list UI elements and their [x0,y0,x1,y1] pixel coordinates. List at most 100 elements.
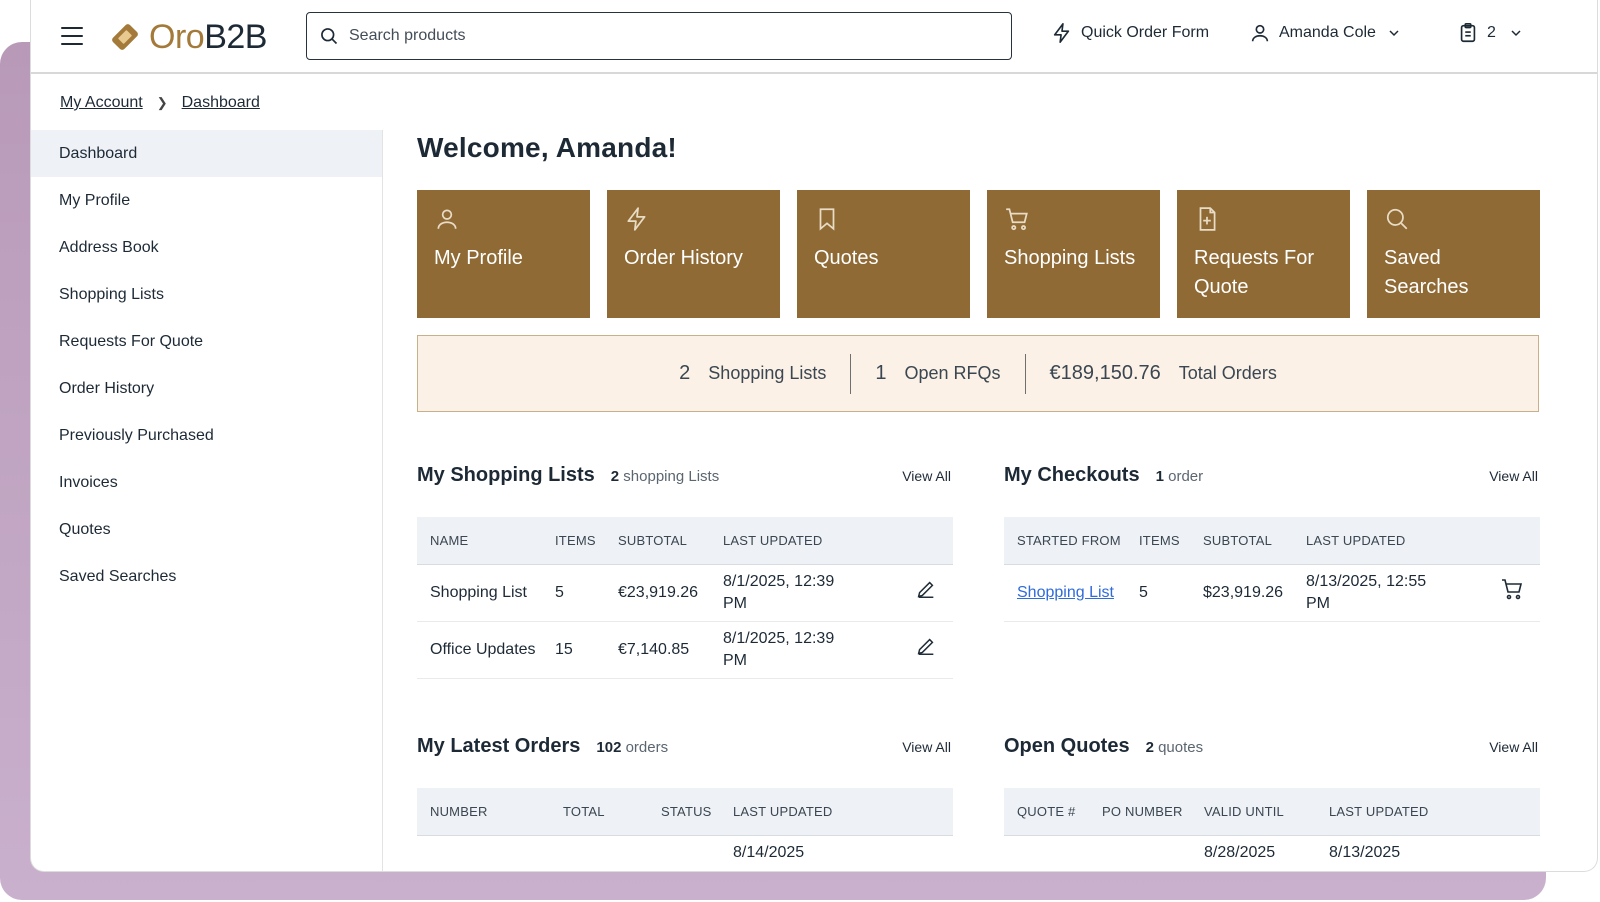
column-header[interactable]: LAST UPDATED [1316,788,1486,836]
checkouts-section: My Checkouts 1 order View All STARTED FR… [1004,464,1540,622]
lightning-icon [627,207,646,231]
brand-name: OroB2B [149,17,267,56]
breadcrumb-dashboard[interactable]: Dashboard [182,94,260,112]
tile-label: Shopping Lists [1004,247,1136,269]
column-header[interactable]: NUMBER [417,788,550,836]
checkout-source: Shopping List [1004,564,1126,622]
tile-label: Requests For Quote [1194,247,1315,298]
sidebar-item-invoices[interactable]: Invoices [31,459,382,506]
row-action[interactable] [890,835,953,871]
tile-my-profile[interactable]: My Profile [417,190,590,318]
latest-orders-section: My Latest Orders 102 orders View All NUM… [417,735,953,871]
brand-logo[interactable]: OroB2B [107,17,267,57]
shopping-lists-section: My Shopping Lists 2 shopping Lists View … [417,464,953,679]
list-name[interactable]: Office Updates [417,621,542,679]
tile-label: My Profile [434,247,523,269]
column-header[interactable]: ITEMS [1126,517,1190,565]
list-name[interactable]: Shopping List [417,564,542,622]
stat-total-orders[interactable]: €189,150.76 Total Orders [1026,362,1301,385]
table-row[interactable]: 8/28/2025 8/13/2025 [1004,835,1540,871]
checkout-source-link[interactable]: Shopping List [1017,584,1114,601]
stat-label: Open RFQs [904,363,1001,383]
edit-button[interactable] [860,564,953,622]
column-header[interactable]: STATUS [648,788,720,836]
breadcrumb-my-account[interactable]: My Account [60,94,143,112]
column-header[interactable]: LAST UPDATED [1293,517,1443,565]
stat-value: €189,150.76 [1049,362,1161,384]
account-sidebar: Dashboard My Profile Address Book Shoppi… [31,130,383,871]
stat-label: Shopping Lists [708,363,827,383]
sidebar-item-requests-for-quote[interactable]: Requests For Quote [31,318,382,365]
tile-label: Order History [624,247,743,269]
quote-number[interactable] [1004,835,1089,871]
column-header[interactable]: LAST UPDATED [720,788,890,836]
tile-order-history[interactable]: Order History [607,190,780,318]
continue-checkout-button[interactable] [1443,564,1540,622]
stat-label: Total Orders [1178,363,1277,383]
view-all-link[interactable]: View All [902,468,951,484]
sidebar-item-shopping-lists[interactable]: Shopping Lists [31,271,382,318]
chevron-right-icon: ❯ [156,95,168,110]
sidebar-item-my-profile[interactable]: My Profile [31,177,382,224]
column-header[interactable]: SUBTOTAL [605,517,710,565]
section-count: 1 order [1155,468,1204,485]
view-all-link[interactable]: View All [1489,739,1538,755]
sidebar-item-quotes[interactable]: Quotes [31,506,382,553]
sidebar-item-saved-searches[interactable]: Saved Searches [31,553,382,600]
sidebar-item-previously-purchased[interactable]: Previously Purchased [31,412,382,459]
order-status [648,835,720,871]
table-row[interactable]: Shopping List 5 €23,919.26 8/1/2025, 12:… [417,564,953,622]
bookmark-icon [819,208,835,231]
pencil-icon [917,638,934,655]
shopping-lists-table: NAME ITEMS SUBTOTAL LAST UPDATED Shoppin… [417,517,953,679]
column-header[interactable]: TOTAL [550,788,648,836]
column-header[interactable]: LAST UPDATED [710,517,860,565]
sidebar-item-dashboard[interactable]: Dashboard [31,130,382,177]
user-menu[interactable]: Amanda Cole [1249,22,1410,44]
column-header-actions [890,788,953,836]
column-header[interactable]: VALID UNTIL [1191,788,1316,836]
logo-mark-icon [112,24,138,50]
page-title: Welcome, Amanda! [417,132,677,163]
checkout-updated: 8/13/2025, 12:55 PM [1293,564,1443,622]
column-header[interactable]: NAME [417,517,542,565]
lightning-icon [1053,23,1070,43]
column-header[interactable]: STARTED FROM [1004,517,1126,565]
edit-button[interactable] [860,621,953,679]
table-row[interactable]: Office Updates 15 €7,140.85 8/1/2025, 12… [417,621,953,679]
stat-shopping-lists[interactable]: 2 Shopping Lists [655,362,850,385]
sidebar-item-order-history[interactable]: Order History [31,365,382,412]
column-header[interactable]: QUOTE # [1004,788,1089,836]
column-header[interactable]: SUBTOTAL [1190,517,1293,565]
row-action[interactable] [1486,835,1540,871]
order-number[interactable] [417,835,550,871]
column-header[interactable]: PO NUMBER [1089,788,1191,836]
tile-quotes[interactable]: Quotes [797,190,970,318]
cart-menu[interactable]: 2 [1457,22,1532,44]
stat-open-rfqs[interactable]: 1 Open RFQs [851,362,1024,385]
column-header-actions [860,517,953,565]
cart-count: 2 [1487,24,1496,41]
sidebar-item-address-book[interactable]: Address Book [31,224,382,271]
quotes-table: QUOTE # PO NUMBER VALID UNTIL LAST UPDAT… [1004,788,1540,871]
quote-po [1089,835,1191,871]
quick-order-link[interactable]: Quick Order Form [1051,22,1209,44]
table-row[interactable]: 8/14/2025 [417,835,953,871]
chevron-down-icon [1389,30,1399,37]
tile-requests-for-quote[interactable]: Requests For Quote [1177,190,1350,318]
view-all-link[interactable]: View All [902,739,951,755]
column-header[interactable]: ITEMS [542,517,605,565]
tile-saved-searches[interactable]: Saved Searches [1367,190,1540,318]
table-row[interactable]: Shopping List 5 $23,919.26 8/13/2025, 12… [1004,564,1540,622]
user-icon [1251,24,1269,42]
menu-icon[interactable] [61,27,83,45]
file-plus-icon [1199,207,1216,231]
search-box[interactable] [306,12,1012,60]
section-count: 102 orders [596,739,669,756]
list-items: 5 [542,564,605,622]
view-all-link[interactable]: View All [1489,468,1538,484]
search-input[interactable] [349,27,949,45]
section-title: My Shopping Lists [417,464,595,486]
pencil-icon [917,581,934,598]
tile-shopping-lists[interactable]: Shopping Lists [987,190,1160,318]
